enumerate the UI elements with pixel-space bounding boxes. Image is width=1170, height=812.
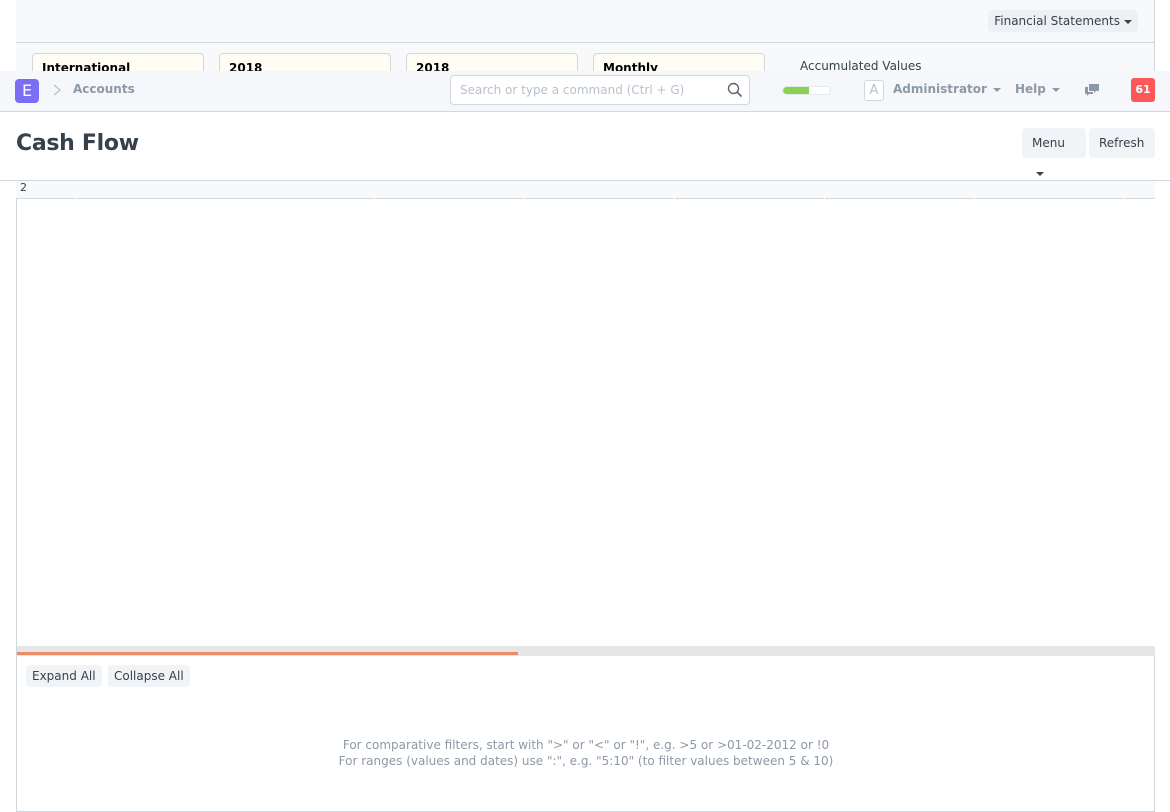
refresh-button[interactable]: Refresh — [1089, 128, 1155, 158]
avatar[interactable]: A — [864, 80, 884, 101]
user-menu[interactable]: Administrator — [893, 82, 1001, 96]
notification-badge[interactable]: 61 — [1131, 78, 1155, 102]
scrollbar-thumb[interactable] — [17, 652, 518, 655]
app-logo[interactable]: E — [15, 79, 39, 103]
page-head: Cash Flow Menu Refresh — [0, 112, 1170, 181]
search-input[interactable] — [451, 76, 721, 104]
report-datatable: 2 Expand All Collapse All For comparativ… — [16, 181, 1155, 812]
menu-label: Menu — [1032, 136, 1065, 150]
navbar: E Accounts A Administrator Help 61 — [0, 71, 1170, 112]
expand-all-button[interactable]: Expand All — [26, 665, 102, 687]
chevron-right-icon — [52, 80, 64, 100]
help-label: Help — [1015, 82, 1046, 96]
awesomebar — [450, 75, 750, 105]
breadcrumb-accounts[interactable]: Accounts — [73, 82, 135, 96]
to-fiscal-year-filter[interactable]: 2018 — [406, 53, 578, 73]
report-filters: International 2018 2018 Monthly Accumula… — [16, 43, 1155, 73]
help-menu[interactable]: Help — [1015, 82, 1060, 96]
row-number-header: 2 — [20, 181, 27, 194]
setup-progress-fill — [783, 87, 809, 94]
menu-button[interactable]: Menu — [1022, 128, 1086, 176]
filter-help-text: For comparative filters, start with ">" … — [17, 737, 1155, 769]
datatable-header: 2 — [16, 181, 1155, 199]
financial-statements-dropdown[interactable]: Financial Statements — [988, 10, 1138, 32]
search-icon[interactable] — [727, 82, 743, 98]
from-fiscal-year-filter[interactable]: 2018 — [219, 53, 391, 73]
chat-icon[interactable] — [1084, 83, 1100, 97]
user-name: Administrator — [893, 82, 987, 96]
caret-down-icon — [1051, 87, 1060, 92]
datatable-body — [17, 199, 1155, 646]
filter-help-line: For comparative filters, start with ">" … — [342, 738, 830, 752]
caret-down-icon — [992, 87, 1001, 92]
page-title: Cash Flow — [16, 131, 139, 156]
periodicity-filter[interactable]: Monthly — [593, 53, 765, 73]
setup-progress-bar[interactable] — [782, 86, 831, 95]
report-toolbar: Financial Statements — [16, 0, 1155, 43]
financial-statements-label: Financial Statements — [994, 14, 1120, 28]
collapse-all-button[interactable]: Collapse All — [108, 665, 190, 687]
company-filter[interactable]: International — [32, 53, 204, 73]
caret-down-icon — [1124, 19, 1132, 24]
filter-help-line: For ranges (values and dates) use ":", e… — [338, 754, 834, 768]
caret-down-icon — [1036, 171, 1044, 176]
horizontal-scrollbar[interactable] — [17, 646, 1155, 656]
